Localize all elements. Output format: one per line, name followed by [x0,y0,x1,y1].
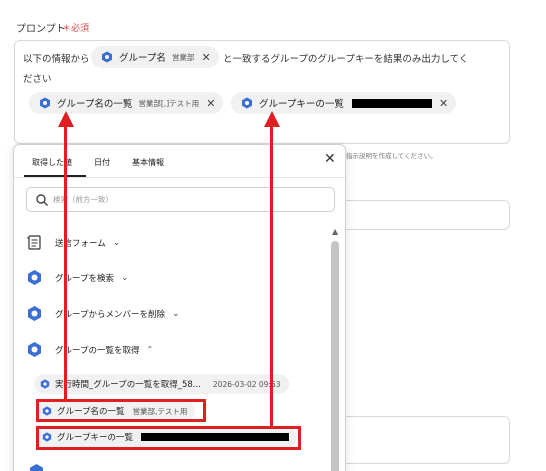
close-icon[interactable]: ✕ [324,151,336,167]
section-label: グループからメンバーを削除 [55,309,165,320]
section-list-groups[interactable]: グループの一覧を取得 ⌃ [26,341,153,358]
background-input[interactable] [346,200,510,230]
variable-chip-group-name[interactable]: グループ名 営業部 ✕ [91,46,219,68]
scroll-up-icon[interactable]: ▲ [332,227,338,236]
run-history-item[interactable]: 実行時間_グループの一覧を取得_58... 2026-03-02 09:53 [34,374,289,394]
tab-date[interactable]: 日付 [94,157,110,168]
section-label: グループの一覧を取得 [55,345,140,356]
annotation-arrow-line [64,126,67,400]
prompt-label: プロンプト [16,24,66,35]
google-workspace-icon [102,51,112,63]
chip-name: グループキーの一覧 [259,99,344,110]
highlight-box [36,399,206,422]
section-next[interactable] [28,463,57,471]
remove-chip-icon[interactable]: ✕ [201,51,210,64]
remove-chip-icon[interactable]: ✕ [439,97,448,110]
chip-sample: 営業部[,]テスト用 [138,98,200,108]
arrow-up-icon [58,111,74,127]
prompt-text: 以下の情報から [23,54,90,65]
chevron-down-icon: ⌄ [112,237,121,248]
google-workspace-icon [28,342,41,357]
section-label: 送信フォーム [55,238,106,249]
section-remove-member[interactable]: グループからメンバーを削除 ⌄ [26,305,180,322]
google-workspace-icon [40,97,50,109]
section-form[interactable]: 送信フォーム ⌄ [26,234,120,251]
chevron-down-icon: ⌄ [121,272,129,283]
remove-chip-icon[interactable]: ✕ [206,97,215,110]
prompt-text: ださい [23,74,52,85]
google-workspace-icon [28,270,41,285]
redacted-value [351,98,432,108]
helper-text: 指示説明を作成してください。 [346,152,437,160]
chip-name: グループ名 [119,53,166,64]
google-workspace-icon [30,464,43,471]
google-workspace-icon [40,379,50,389]
prompt-text: と一致するグループのグループキーを結果のみ出力してく [223,54,469,65]
annotation-arrow-line [270,126,273,427]
search-icon [36,193,48,206]
prompt-textarea[interactable]: 以下の情報から グループ名 営業部 ✕ と一致するグループのグループキーを結果の… [14,40,510,144]
required-badge: ＊必須 [62,24,90,34]
form-icon [27,235,41,250]
search-field[interactable] [26,187,335,212]
section-search-group[interactable]: グループを検索 ⌄ [26,269,129,286]
chip-sample: 営業部 [171,52,195,62]
arrow-up-icon [264,111,280,127]
tab-basic-info[interactable]: 基本情報 [132,157,164,168]
run-history-label: 実行時間_グループの一覧を取得_58... [55,380,201,390]
chevron-down-icon: ⌄ [172,308,180,319]
scrollbar[interactable] [331,241,339,471]
chip-name: グループ名の一覧 [57,99,133,110]
google-workspace-icon [242,97,252,109]
google-workspace-icon [28,306,41,321]
background-input[interactable] [346,416,510,464]
search-input[interactable] [53,195,313,204]
highlight-box [36,426,301,450]
chevron-up-icon: ⌃ [146,345,154,354]
